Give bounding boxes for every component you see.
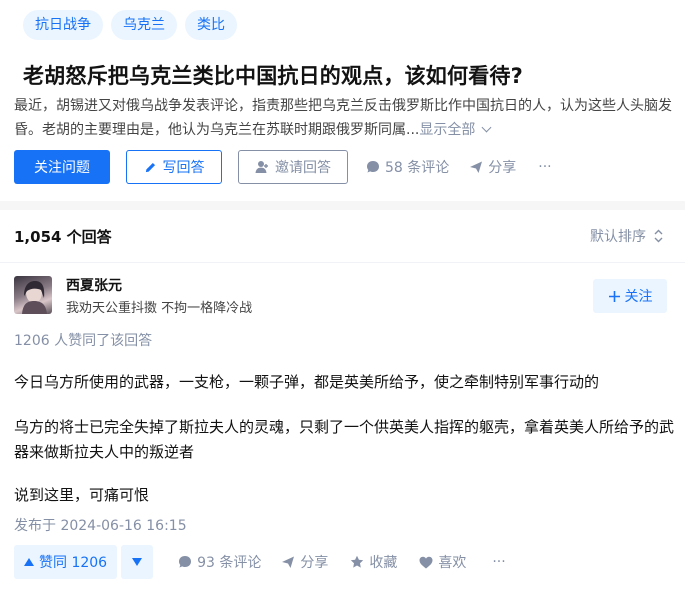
follow-author-button[interactable]: 关注 xyxy=(593,279,667,313)
pencil-icon xyxy=(145,162,155,172)
topic-tags: 抗日战争 乌克兰 类比 xyxy=(23,10,237,40)
comment-icon xyxy=(367,161,379,173)
triangle-up-icon xyxy=(24,558,34,566)
divider xyxy=(0,262,685,263)
sort-dropdown[interactable]: 默认排序 xyxy=(590,226,663,246)
collect-button[interactable]: 收藏 xyxy=(350,552,397,572)
more-options-button[interactable]: ··· xyxy=(538,159,551,175)
answers-card: 1,054 个回答 默认排序 西夏张元 我劝天公重抖擞 不拘一格降冷战 关注 1… xyxy=(0,210,685,590)
avatar[interactable] xyxy=(14,276,52,314)
answer-comments-button[interactable]: 93 条评论 xyxy=(178,552,261,572)
avatar-image xyxy=(22,281,47,314)
comment-icon xyxy=(179,556,192,568)
chevron-down-icon xyxy=(481,122,492,133)
question-share-button[interactable]: 分享 xyxy=(469,157,516,177)
question-excerpt: 最近，胡锡进又对俄乌战争发表评论，指责那些把乌克兰反击俄罗斯比作中国抗日的人，认… xyxy=(14,94,684,142)
share-icon xyxy=(470,161,483,173)
question-title[interactable]: 老胡怒斥把乌克兰类比中国抗日的观点，该如何看待? xyxy=(23,60,523,90)
vote-summary: 1206 人赞同了该回答 xyxy=(14,333,153,349)
triangle-down-icon xyxy=(132,558,143,566)
author-bio: 我劝天公重抖擞 不拘一格降冷战 xyxy=(66,301,253,316)
answer-more-button[interactable]: ··· xyxy=(492,554,505,570)
share-icon xyxy=(282,556,295,568)
topic-tag[interactable]: 抗日战争 xyxy=(23,10,103,40)
answers-count: 1,054 个回答 xyxy=(14,228,112,246)
write-answer-button[interactable]: 写回答 xyxy=(126,150,222,184)
excerpt-text: 最近，胡锡进又对俄乌战争发表评论，指责那些把乌克兰反击俄罗斯比作中国抗日的人，认… xyxy=(14,98,672,138)
question-card: 抗日战争 乌克兰 类比 老胡怒斥把乌克兰类比中国抗日的观点，该如何看待? 最近，… xyxy=(0,0,685,201)
author-name[interactable]: 西夏张元 xyxy=(66,275,122,295)
downvote-button[interactable] xyxy=(121,545,154,579)
answer-share-button[interactable]: 分享 xyxy=(281,552,328,572)
invite-user-icon xyxy=(255,161,268,173)
plus-icon xyxy=(608,290,620,302)
question-actions: 关注问题 写回答 邀请回答 58 条评论 分享 ··· xyxy=(14,150,552,184)
follow-question-button[interactable]: 关注问题 xyxy=(14,150,110,184)
show-all-link[interactable]: 显示全部 xyxy=(419,122,492,138)
sort-toggle-icon xyxy=(654,229,663,243)
topic-tag[interactable]: 乌克兰 xyxy=(111,10,177,40)
answer-paragraph: 今日乌方所使用的武器，一支枪，一颗子弹，都是英美所给予，使之牵制特别军事行动的 xyxy=(14,373,600,391)
heart-icon xyxy=(419,556,433,568)
answer-paragraph: 说到这里，可痛可恨 xyxy=(14,486,150,504)
upvote-button[interactable]: 赞同 1206 xyxy=(14,545,118,579)
question-comments-button[interactable]: 58 条评论 xyxy=(366,157,449,177)
answer-actions: 赞同 1206 93 条评论 分享 收藏 喜欢 ··· xyxy=(14,545,506,579)
invite-answer-button[interactable]: 邀请回答 xyxy=(238,150,348,184)
answer-paragraph: 乌方的将士已完全失掉了斯拉夫人的灵魂，只剩了一个供英美人指挥的躯壳，拿着英美人所… xyxy=(14,418,675,461)
like-button[interactable]: 喜欢 xyxy=(419,552,466,572)
publish-time[interactable]: 发布于 2024-06-16 16:15 xyxy=(14,515,187,535)
topic-tag[interactable]: 类比 xyxy=(185,10,237,40)
star-icon xyxy=(351,555,364,568)
